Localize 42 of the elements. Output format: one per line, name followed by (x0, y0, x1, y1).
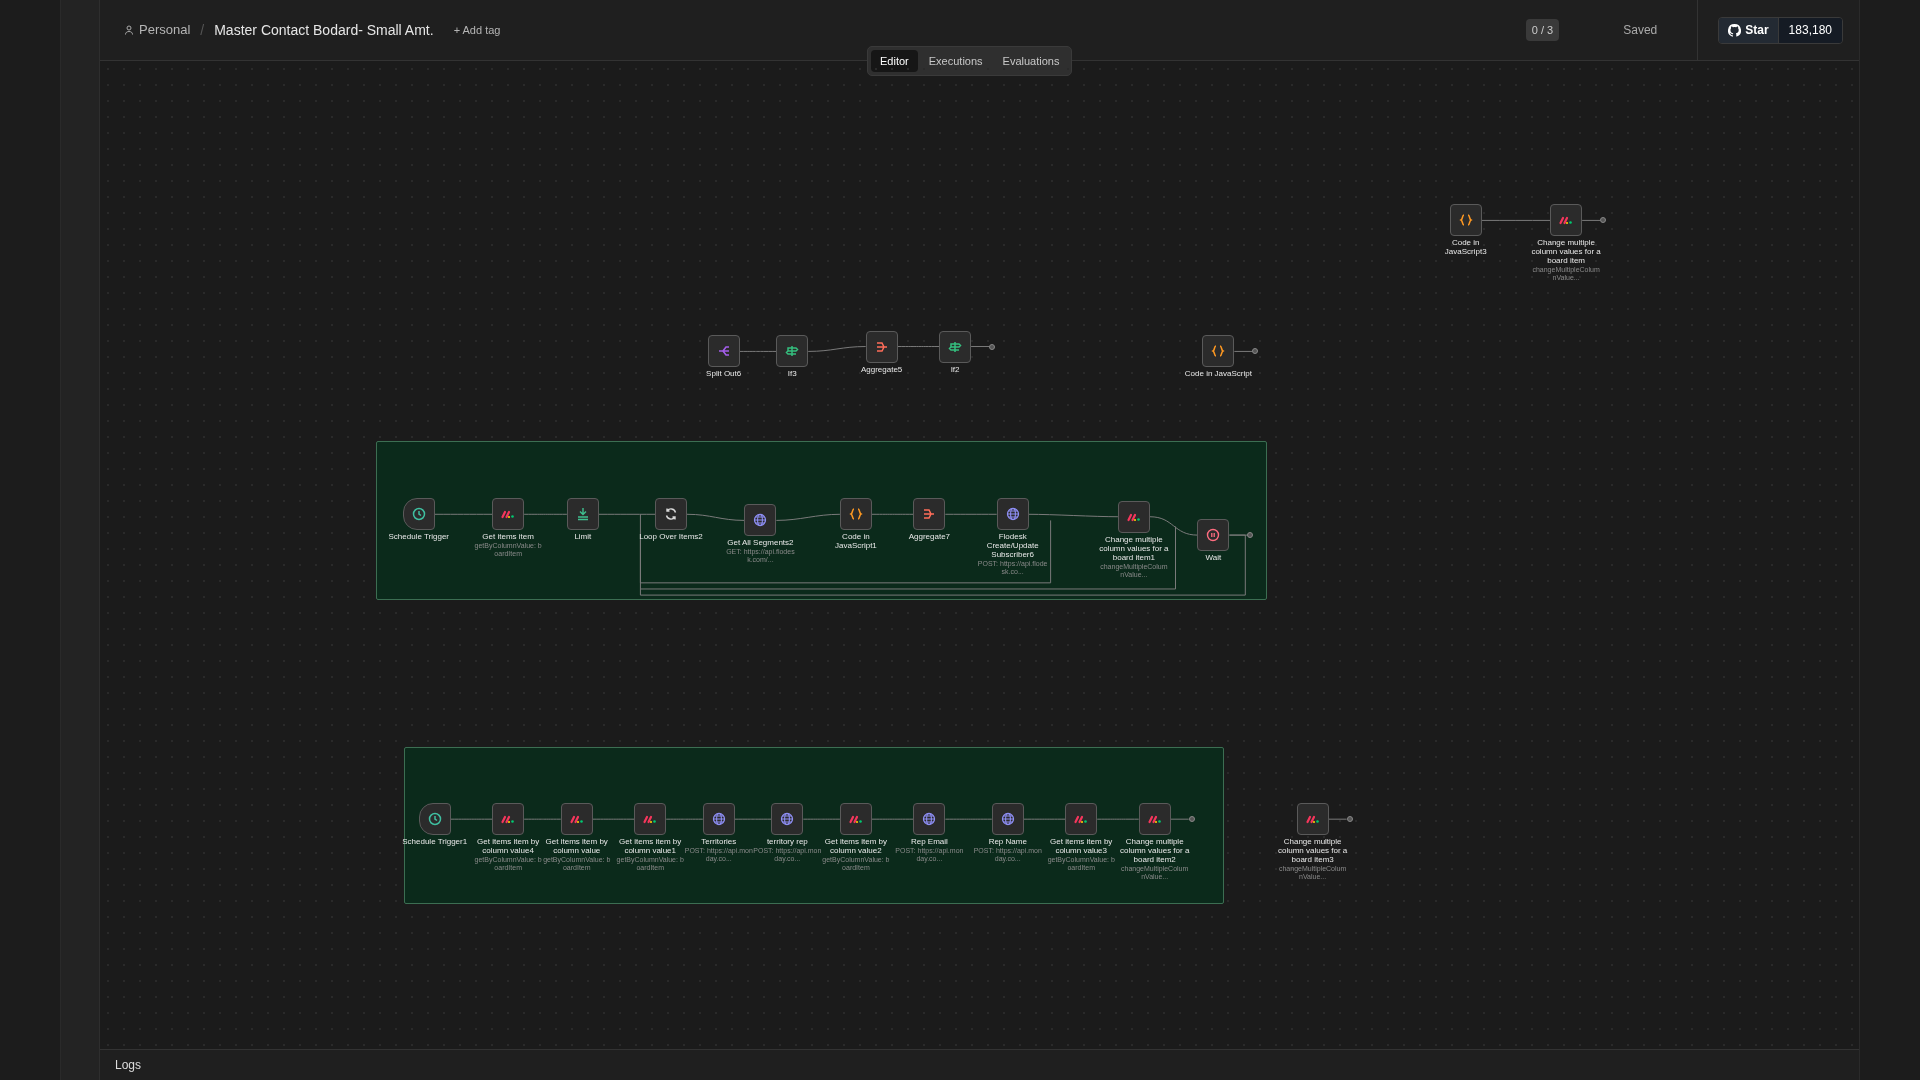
breadcrumb-separator: / (200, 20, 205, 40)
node-label: territory rep (766, 837, 808, 847)
breadcrumb-link[interactable]: Personal (139, 20, 191, 40)
node-label: Code in JavaScript3 (1443, 238, 1488, 257)
node-label: Get items item by column value3 (1049, 837, 1114, 856)
node-label: Split Out6 (706, 369, 742, 379)
node-label: Code in JavaScript1 (834, 532, 878, 551)
node-label: Get items item by column value4 (476, 837, 541, 856)
view-tab[interactable]: Editor (871, 50, 918, 72)
node-label: Schedule Trigger (388, 532, 449, 542)
view-tab[interactable]: Evaluations (993, 50, 1069, 72)
star-button[interactable]: Star (1719, 17, 1779, 43)
node-label: Wait (1205, 553, 1222, 563)
node-label: Change multiple column values for a board item3 (1277, 837, 1348, 865)
node-label: Loop Over Items2 (639, 532, 703, 542)
node-label: Change multiple column values for a board item2 (1119, 837, 1190, 865)
add-tag-button[interactable]: + Add tag (453, 21, 501, 39)
node-label: Aggregate5 (860, 364, 903, 374)
node-label: Rep Email (910, 837, 948, 847)
logs-panel-toggle[interactable]: Logs (115, 1056, 142, 1074)
counter-badge: 0 / 3 (1525, 18, 1560, 42)
node-label: Get items item (482, 532, 534, 542)
github-star-widget[interactable]: Star 183,180 (1718, 16, 1843, 44)
save-status: Saved (1623, 22, 1658, 39)
node-label: Aggregate7 (908, 532, 951, 542)
node-label: Get All Segments2 (727, 538, 794, 548)
node-label: Get items item by column value (544, 837, 609, 856)
node-label: Change multiple column values for a board item1 (1098, 534, 1169, 562)
node-label: If3 (787, 369, 797, 379)
node-label: Limit (574, 532, 592, 542)
node-label: If2 (950, 364, 960, 374)
workflow-title[interactable]: Master Contact Bodard- Small Amt. (214, 19, 434, 41)
node-label: Flodesk Create/Update Subscriber6 (985, 532, 1040, 560)
node-label: Schedule Trigger1 (402, 837, 468, 847)
node-label: Territories (701, 837, 737, 847)
node-label: Get items item by column value1 (618, 837, 683, 856)
node-label: Get items item by column value2 (823, 837, 889, 856)
node-label: Change multiple column values for a board item (1531, 238, 1602, 266)
view-tab[interactable]: Executions (919, 50, 992, 72)
star-count: 183,180 (1778, 17, 1842, 43)
node-label: Rep Name (988, 837, 1027, 847)
node-label: Code in JavaScript (1184, 369, 1252, 379)
